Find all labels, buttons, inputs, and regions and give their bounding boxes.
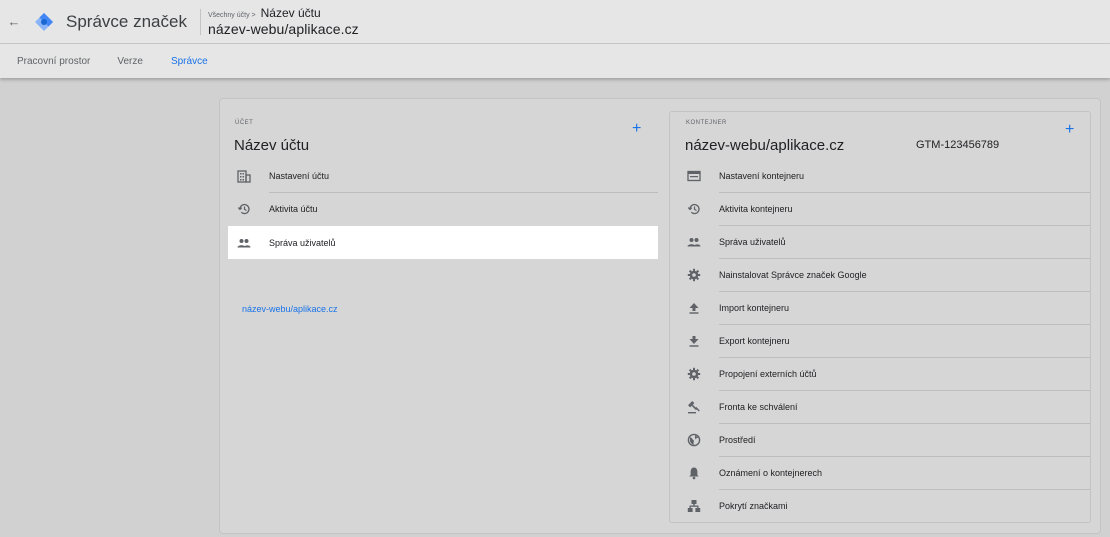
external-accounts-label: Propojení externích účtů: [719, 368, 817, 379]
tag-manager-logo-icon: [34, 12, 54, 32]
arrow-left-icon[interactable]: ←: [4, 14, 24, 29]
globe-icon: [687, 433, 701, 447]
account-title: Název účtu: [234, 137, 310, 154]
people-icon: [237, 236, 251, 250]
tab-bar: Pracovní prostor Verze Správce: [0, 44, 1110, 78]
people-icon: [687, 235, 701, 249]
breadcrumb-account[interactable]: Název účtu: [261, 6, 321, 20]
tab-workspace[interactable]: Pracovní prostor: [17, 56, 90, 67]
add-container-button[interactable]: +: [1065, 122, 1074, 138]
import-container-item[interactable]: Import kontejneru: [678, 291, 1090, 324]
breadcrumb-all-accounts[interactable]: Všechny účty >: [208, 12, 256, 19]
header-divider: [199, 8, 201, 35]
container-user-management-item[interactable]: Správa uživatelů: [678, 225, 1090, 258]
approval-queue-item[interactable]: Fronta ke schválení: [678, 390, 1090, 423]
container-notifications-label: Oznámení o kontejnerech: [719, 467, 823, 478]
sitemap-icon: [687, 499, 701, 513]
upload-icon: [687, 301, 701, 315]
container-user-management-label: Správa uživatelů: [719, 236, 786, 247]
environments-label: Prostředí: [719, 434, 756, 445]
history-icon: [237, 202, 251, 216]
account-settings-item[interactable]: Nastavení účtu: [228, 159, 658, 192]
account-activity-item[interactable]: Aktivita účtu: [228, 192, 658, 225]
account-user-management-item[interactable]: Správa uživatelů: [228, 226, 658, 259]
export-container-item[interactable]: Export kontejneru: [678, 324, 1090, 357]
container-activity-label: Aktivita kontejneru: [719, 203, 793, 214]
add-account-button[interactable]: +: [632, 121, 641, 137]
tag-coverage-item[interactable]: Pokrytí značkami: [678, 489, 1090, 522]
tab-admin[interactable]: Správce: [171, 56, 208, 67]
app-name: Správce značek: [66, 11, 187, 31]
gear-icon: [687, 367, 701, 381]
breadcrumb-container[interactable]: název-webu/aplikace.cz: [208, 21, 359, 37]
import-container-label: Import kontejneru: [719, 302, 790, 313]
building-icon: [237, 169, 251, 183]
breadcrumb: Všechny účty > Název účtu název-webu/apl…: [208, 6, 359, 37]
account-section-label: ÚČET: [235, 120, 254, 126]
tag-coverage-label: Pokrytí značkami: [719, 500, 788, 511]
download-icon: [687, 334, 701, 348]
account-activity-label: Aktivita účtu: [269, 203, 318, 214]
container-notifications-item[interactable]: Oznámení o kontejnerech: [678, 456, 1090, 489]
gear-icon: [687, 268, 701, 282]
gtm-id: GTM-123456789: [916, 139, 1000, 151]
install-gtm-label: Nainstalovat Správce značek Google: [719, 269, 867, 280]
tab-versions[interactable]: Verze: [117, 56, 143, 67]
export-container-label: Export kontejneru: [719, 335, 790, 346]
container-section-label: KONTEJNER: [686, 120, 727, 126]
account-user-management-label: Správa uživatelů: [269, 237, 336, 248]
admin-panel: ÚČET Název účtu + Nastavení účtu Aktivit…: [219, 98, 1101, 534]
history-icon: [687, 202, 701, 216]
top-bar: ← Správce značek Všechny účty > Název úč…: [0, 0, 1110, 44]
container-activity-item[interactable]: Aktivita kontejneru: [678, 192, 1090, 225]
external-accounts-item[interactable]: Propojení externích účtů: [678, 357, 1090, 390]
gavel-icon: [687, 400, 701, 414]
approval-queue-label: Fronta ke schválení: [719, 401, 798, 412]
container-title: název-webu/aplikace.cz: [685, 137, 845, 154]
bell-icon: [687, 466, 701, 480]
container-link[interactable]: název-webu/aplikace.cz: [242, 304, 338, 314]
window-icon: [687, 169, 701, 183]
install-gtm-item[interactable]: Nainstalovat Správce značek Google: [678, 258, 1090, 291]
container-settings-label: Nastavení kontejneru: [719, 170, 805, 181]
container-settings-item[interactable]: Nastavení kontejneru: [678, 159, 1090, 192]
environments-item[interactable]: Prostředí: [678, 423, 1090, 456]
account-settings-label: Nastavení účtu: [269, 170, 330, 181]
